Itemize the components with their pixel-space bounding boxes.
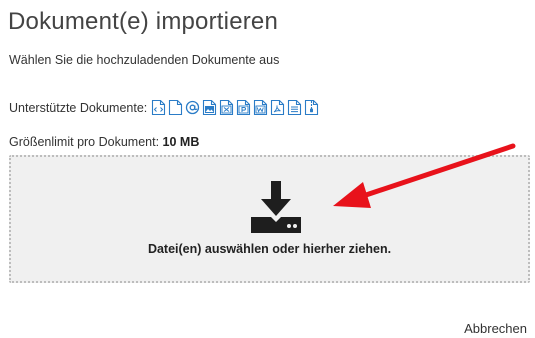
word-file-icon [253,99,268,116]
email-at-icon [185,99,200,116]
dropzone-text: Datei(en) auswählen oder hierher ziehen. [147,242,392,256]
dialog-title: Dokument(e) importieren [8,8,279,35]
pdf-file-icon [270,99,285,116]
supported-documents-label: Unterstützte Dokumente: [9,100,148,115]
archive-file-icon [304,99,319,116]
powerpoint-file-icon [236,99,251,116]
supported-documents-row: Unterstützte Dokumente: [9,99,319,116]
text-file-icon [287,99,302,116]
blank-file-icon [168,99,183,116]
size-limit-value: 10 MB [162,135,200,149]
excel-file-icon [219,99,234,116]
image-file-icon [202,99,217,116]
file-dropzone[interactable]: Datei(en) auswählen oder hierher ziehen. [9,155,530,283]
code-file-icon [151,99,166,116]
dialog-subtitle: Wählen Sie die hochzuladenden Dokumente … [9,53,280,67]
download-tray-icon [251,181,301,233]
size-limit-row: Größenlimit pro Dokument: 10 MB [9,135,199,149]
cancel-button[interactable]: Abbrechen [464,321,527,336]
size-limit-label: Größenlimit pro Dokument: [9,135,160,149]
supported-file-icons [151,99,319,116]
